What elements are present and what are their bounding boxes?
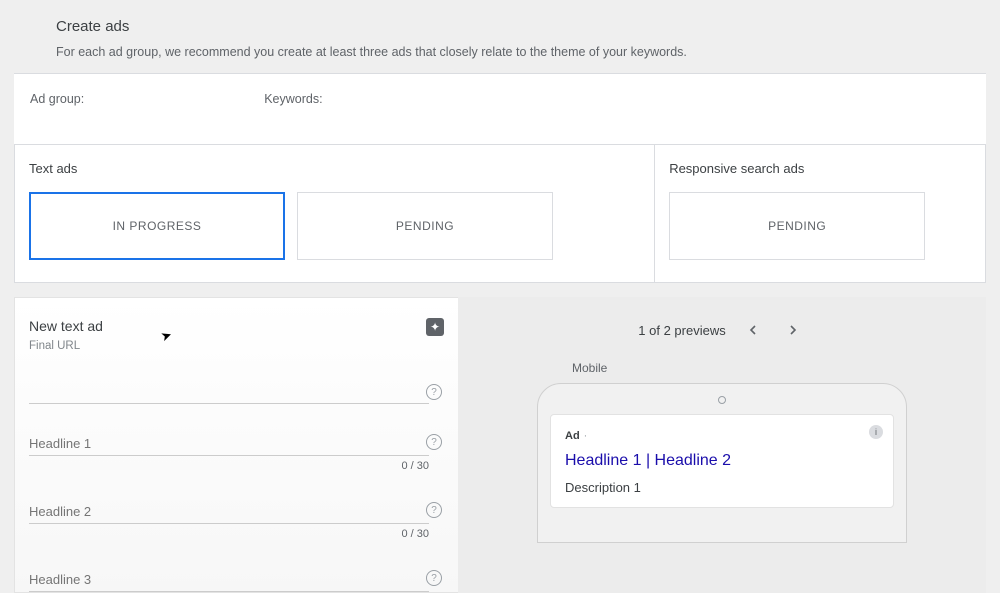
ad-group-bar: Ad group: Keywords:	[14, 73, 986, 145]
responsive-ad-card-pending[interactable]: PENDING	[669, 192, 925, 260]
help-icon[interactable]: ?	[426, 384, 442, 400]
preview-prev-button[interactable]	[740, 317, 766, 343]
text-ads-title: Text ads	[29, 161, 640, 176]
text-ad-card-in-progress[interactable]: IN PROGRESS	[29, 192, 285, 260]
help-icon[interactable]: ?	[426, 570, 442, 586]
page-title: Create ads	[14, 18, 986, 35]
ad-categories: Text ads IN PROGRESS PENDING Responsive …	[14, 145, 986, 283]
headline1-counter: 0 / 30	[29, 460, 429, 472]
ad-dot-icon: ·	[584, 430, 588, 442]
ad-preview-card: Ad · i Headline 1 | Headline 2 Descriptio…	[550, 414, 894, 508]
keywords-label: Keywords:	[264, 92, 322, 106]
mobile-label: Mobile	[572, 361, 972, 375]
info-icon[interactable]: i	[869, 425, 883, 439]
text-ad-card-pending[interactable]: PENDING	[297, 192, 553, 260]
page-subtitle: For each ad group, we recommend you crea…	[14, 45, 986, 59]
ad-form-panel: New text ad Final URL ✦ ➤ ? ? 0 / 30 ? 0…	[14, 297, 458, 593]
headline1-input[interactable]	[29, 432, 429, 456]
final-url-input[interactable]	[29, 382, 429, 404]
ad-group-label: Ad group:	[30, 92, 84, 106]
form-title: New text ad	[29, 318, 103, 334]
chevron-right-icon	[788, 325, 798, 335]
ad-preview-description: Description 1	[565, 480, 879, 495]
phone-frame: Ad · i Headline 1 | Headline 2 Descriptio…	[537, 383, 907, 543]
preview-next-button[interactable]	[780, 317, 806, 343]
help-icon[interactable]: ?	[426, 434, 442, 450]
final-url-label: Final URL	[29, 340, 103, 352]
sparkle-icon[interactable]: ✦	[426, 318, 444, 336]
headline2-counter: 0 / 30	[29, 528, 429, 540]
headline3-input[interactable]	[29, 568, 429, 592]
help-icon[interactable]: ?	[426, 502, 442, 518]
chevron-left-icon	[748, 325, 758, 335]
ad-tag: Ad	[565, 430, 580, 442]
camera-icon	[718, 396, 726, 404]
ad-preview-headline: Headline 1 | Headline 2	[565, 452, 879, 470]
preview-count-label: 1 of 2 previews	[638, 323, 725, 338]
headline2-input[interactable]	[29, 500, 429, 524]
responsive-ads-title: Responsive search ads	[669, 161, 971, 176]
preview-panel: 1 of 2 previews Mobile Ad · i Headline 1 …	[458, 297, 986, 593]
